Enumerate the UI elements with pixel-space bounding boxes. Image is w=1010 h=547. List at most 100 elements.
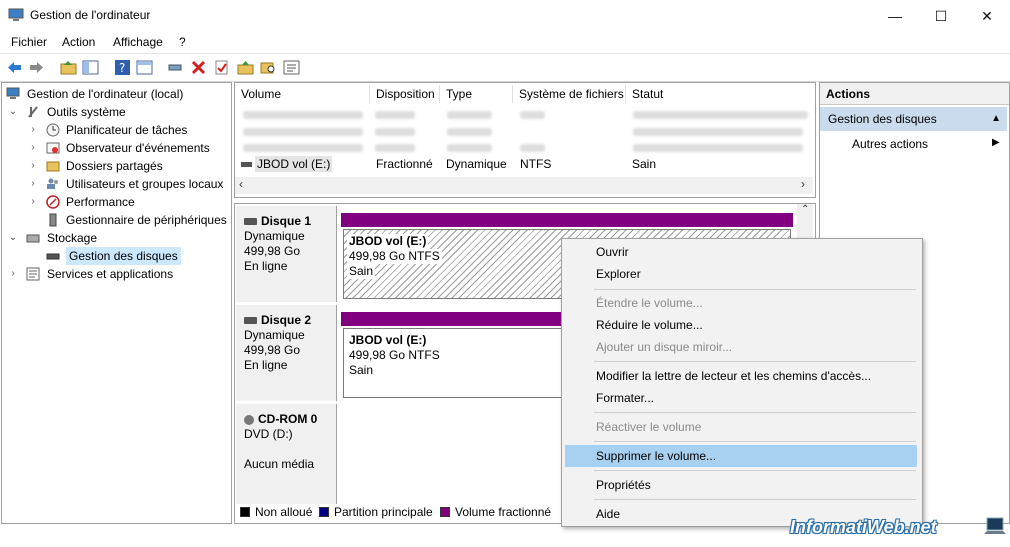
menu-item-format[interactable]: Formater... bbox=[565, 387, 917, 409]
tree-label: Outils système bbox=[47, 105, 126, 119]
menu-item-properties[interactable]: Propriétés bbox=[565, 474, 917, 496]
storage-icon bbox=[26, 234, 40, 243]
cdrom-label[interactable]: CD-ROM 0 DVD (D:) Aucun média bbox=[236, 404, 337, 504]
menu-item-change-drive-letter[interactable]: Modifier la lettre de lecteur et les che… bbox=[565, 365, 917, 387]
type-cell: Dynamique bbox=[446, 157, 507, 171]
laptop-icon bbox=[984, 517, 1006, 534]
computer-management-icon bbox=[6, 87, 20, 99]
more-actions[interactable]: Autres actions ▶ bbox=[852, 137, 1000, 151]
chevron-right-icon: ▶ bbox=[992, 137, 1000, 148]
tree-label: Planificateur de tâches bbox=[66, 123, 188, 137]
menu-affichage[interactable]: Affichage bbox=[113, 35, 163, 49]
chevron-right-icon[interactable]: › bbox=[28, 193, 38, 211]
tree-label: Gestion de l'ordinateur (local) bbox=[27, 87, 184, 101]
chevron-down-icon[interactable]: ⌄ bbox=[8, 103, 18, 121]
tree-label: Utilisateurs et groupes locaux bbox=[66, 177, 224, 191]
chevron-right-icon[interactable]: › bbox=[28, 121, 38, 139]
svg-text:?: ? bbox=[119, 61, 125, 75]
tree-label: Dossiers partagés bbox=[66, 159, 163, 173]
scroll-right-icon[interactable]: › bbox=[801, 177, 805, 191]
chevron-right-icon[interactable]: › bbox=[28, 175, 38, 193]
chevron-right-icon[interactable]: › bbox=[8, 265, 18, 283]
help-icon[interactable]: ? bbox=[114, 59, 131, 76]
disk-icon bbox=[244, 317, 257, 325]
cdrom-icon bbox=[244, 414, 254, 425]
menu-separator bbox=[594, 470, 916, 471]
column-header-status[interactable]: Statut bbox=[626, 85, 815, 103]
menu-item-add-mirror[interactable]: Ajouter un disque miroir... bbox=[565, 336, 917, 358]
volume-name-cell: JBOD vol (E:) bbox=[255, 156, 333, 172]
disk-2-label[interactable]: Disque 2 Dynamique 499,98 Go En ligne bbox=[236, 305, 337, 401]
list-view-icon[interactable] bbox=[283, 59, 300, 76]
spanned-volume-strip bbox=[341, 213, 793, 227]
shared-folder-icon bbox=[46, 161, 60, 172]
column-header-layout[interactable]: Disposition bbox=[370, 85, 440, 103]
maximize-button[interactable]: ☐ bbox=[918, 0, 964, 32]
computer-management-icon bbox=[8, 8, 24, 21]
menu-item-shrink-volume[interactable]: Réduire le volume... bbox=[565, 314, 917, 336]
back-arrow-icon[interactable] bbox=[6, 59, 23, 76]
chevron-right-icon[interactable]: › bbox=[28, 157, 38, 175]
delete-red-x-icon[interactable] bbox=[190, 59, 207, 76]
status-cell: Sain bbox=[632, 157, 657, 171]
disk-icon bbox=[46, 253, 60, 260]
legend-swatch bbox=[440, 507, 450, 517]
actions-header: Actions bbox=[820, 83, 1009, 105]
chevron-right-icon[interactable]: › bbox=[28, 139, 38, 157]
toolbar: ? bbox=[0, 53, 1010, 82]
chevron-down-icon[interactable]: ⌄ bbox=[8, 229, 18, 247]
tree-label: Performance bbox=[66, 195, 135, 209]
menu-bar: Fichier Action Affichage ? bbox=[0, 32, 1010, 52]
menu-separator bbox=[594, 361, 916, 362]
column-header-filesystem[interactable]: Système de fichiers bbox=[513, 85, 626, 103]
actions-section-disk-management[interactable]: Gestion des disques ▲ bbox=[820, 107, 1007, 131]
search-folder-icon[interactable] bbox=[260, 59, 277, 76]
disk-icon bbox=[244, 218, 257, 226]
context-menu: Ouvrir Explorer Étendre le volume... Réd… bbox=[561, 238, 923, 527]
tree-label: Gestionnaire de périphériques bbox=[66, 213, 227, 227]
forward-arrow-icon[interactable] bbox=[28, 59, 45, 76]
console-view-icon[interactable] bbox=[136, 59, 153, 76]
column-header-type[interactable]: Type bbox=[440, 85, 513, 103]
clock-icon bbox=[46, 123, 60, 137]
watermark: InformatiWeb.net bbox=[790, 517, 937, 537]
scroll-up-icon[interactable]: ⌃ bbox=[801, 204, 809, 215]
check-properties-icon[interactable] bbox=[213, 59, 230, 76]
menu-help[interactable]: ? bbox=[179, 35, 186, 49]
collapse-up-icon[interactable]: ▲ bbox=[991, 107, 1001, 131]
menu-separator bbox=[594, 412, 916, 413]
menu-item-delete-volume[interactable]: Supprimer le volume... bbox=[565, 445, 917, 467]
tree-label: Services et applications bbox=[47, 267, 174, 281]
tools-icon bbox=[28, 106, 38, 118]
column-header-volume[interactable]: Volume bbox=[235, 85, 370, 103]
menu-item-reactivate-volume[interactable]: Réactiver le volume bbox=[565, 416, 917, 438]
disk-1-label[interactable]: Disque 1 Dynamique 499,98 Go En ligne bbox=[236, 206, 337, 302]
scroll-left-icon[interactable]: ‹ bbox=[239, 177, 243, 191]
legend-swatch bbox=[319, 507, 329, 517]
menu-item-extend-volume[interactable]: Étendre le volume... bbox=[565, 292, 917, 314]
close-button[interactable]: ✕ bbox=[964, 0, 1010, 32]
menu-fichier[interactable]: Fichier bbox=[11, 35, 47, 49]
menu-item-open[interactable]: Ouvrir bbox=[565, 241, 917, 263]
up-folder-icon[interactable] bbox=[60, 59, 77, 76]
menu-action[interactable]: Action bbox=[62, 35, 95, 49]
connect-icon[interactable] bbox=[167, 59, 184, 76]
filesystem-cell: NTFS bbox=[520, 157, 552, 171]
folder-up-icon[interactable] bbox=[237, 59, 254, 76]
window-title: Gestion de l'ordinateur bbox=[30, 8, 151, 22]
tree-label: Observateur d'événements bbox=[66, 141, 210, 155]
minimize-button[interactable]: — bbox=[872, 0, 918, 32]
menu-item-explore[interactable]: Explorer bbox=[565, 263, 917, 285]
disk-icon bbox=[241, 156, 252, 172]
tree-label: Stockage bbox=[47, 231, 98, 245]
device-manager-icon bbox=[49, 213, 57, 227]
legend-primary-partition: Partition principale bbox=[319, 504, 433, 520]
title-bar: Gestion de l'ordinateur — ☐ ✕ bbox=[0, 0, 1010, 32]
layout-cell: Fractionné bbox=[376, 157, 433, 171]
show-tree-icon[interactable] bbox=[82, 59, 99, 76]
services-icon bbox=[26, 267, 40, 281]
horizontal-scrollbar[interactable]: ‹ › bbox=[235, 177, 813, 194]
legend-swatch bbox=[240, 507, 250, 517]
menu-separator bbox=[594, 441, 916, 442]
tree-label: Gestion des disques bbox=[66, 247, 181, 265]
